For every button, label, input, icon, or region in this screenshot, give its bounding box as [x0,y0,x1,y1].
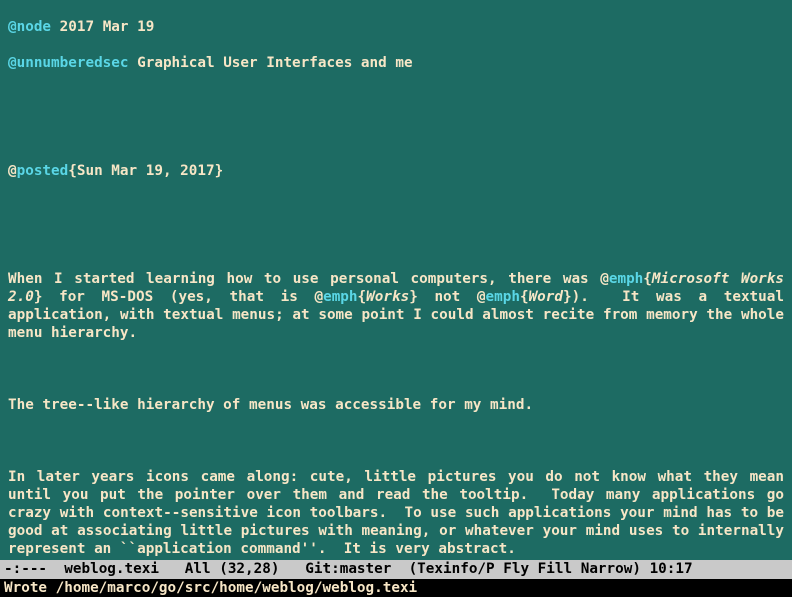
text-buffer[interactable]: @node 2017 Mar 19 @unnumberedsec Graphic… [0,0,792,560]
text: not [418,289,477,305]
emph-command: emph [486,289,520,305]
blank-line [8,90,784,108]
text: for MS-DOS (yes, that is [42,289,314,305]
brace-close: } [409,289,418,305]
blank-line [8,432,784,450]
brace-close: } [215,163,224,179]
node-command: @node [8,19,51,35]
mode-line[interactable]: -:--- weblog.texi All (32,28) Git:master… [0,560,792,579]
brace-open: { [643,271,652,287]
blank-line [8,234,784,252]
paragraph-3: In later years icons came along: cute, l… [8,468,784,558]
node-line: @node 2017 Mar 19 [8,18,784,36]
modeline-filename: weblog.texi [64,561,159,577]
emph-command: emph [323,289,357,305]
emph-command: emph [609,271,643,287]
section-args: Graphical User Interfaces and me [129,55,413,71]
at-sign: @ [600,271,609,287]
posted-line: @posted{Sun Mar 19, 2017} [8,162,784,180]
brace-open: { [68,163,77,179]
brace-close: } [563,289,572,305]
emph-text: Works [366,289,409,305]
modeline-info: All (32,28) Git:master (Texinfo/P Fly Fi… [159,561,693,577]
blank-line [8,360,784,378]
section-line: @unnumberedsec Graphical User Interfaces… [8,54,784,72]
text: When I started learning how to use perso… [8,271,600,287]
posted-date: Sun Mar 19, 2017 [77,163,215,179]
node-args: 2017 Mar 19 [51,19,154,35]
blank-line [8,126,784,144]
paragraph-2: The tree--like hierarchy of menus was ac… [8,396,784,414]
brace-open: { [358,289,367,305]
section-command: @unnumberedsec [8,55,129,71]
posted-command: posted [17,163,69,179]
paragraph-1: When I started learning how to use perso… [8,270,784,342]
emph-text: Word [529,289,563,305]
blank-line [8,198,784,216]
minibuffer[interactable]: Wrote /home/marco/go/src/home/weblog/web… [0,579,792,597]
minibuffer-message: Wrote /home/marco/go/src/home/weblog/web… [4,580,417,596]
at-sign: @ [314,289,323,305]
at-sign: @ [8,163,17,179]
at-sign: @ [477,289,486,305]
brace-open: { [520,289,529,305]
modeline-status: -:--- [4,561,64,577]
